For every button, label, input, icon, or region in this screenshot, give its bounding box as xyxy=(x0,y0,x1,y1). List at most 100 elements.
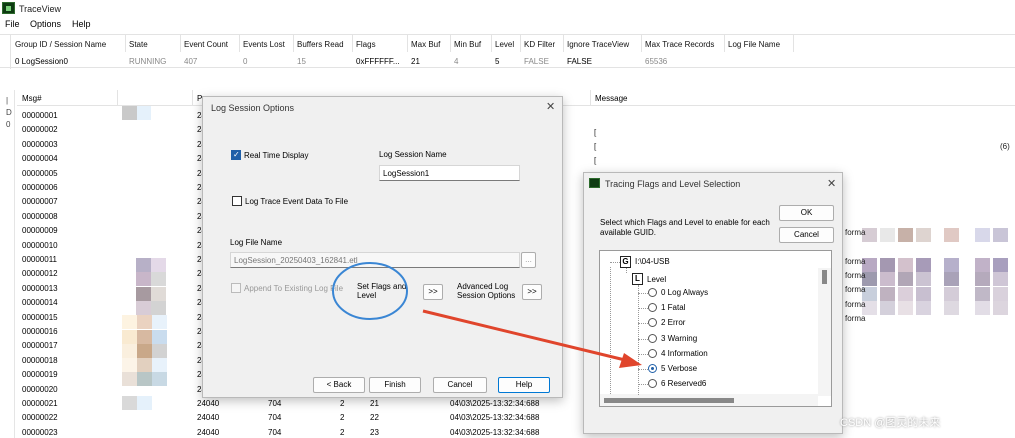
tree-hscrollbar[interactable] xyxy=(600,394,818,406)
level-radio-6[interactable] xyxy=(648,379,657,389)
help-button[interactable]: Help xyxy=(498,377,550,393)
col-header-message[interactable]: Message xyxy=(595,94,627,103)
col-header-ignore-traceview[interactable]: Ignore TraceView xyxy=(567,40,629,49)
col-header-msg[interactable]: Msg# xyxy=(22,94,42,103)
msg-number-14[interactable]: 00000014 xyxy=(22,298,58,307)
level-option-label-0[interactable]: 0 Log Always xyxy=(661,288,708,297)
msg-number-23[interactable]: 00000023 xyxy=(22,428,58,437)
left-strip-mark-1: | xyxy=(6,96,9,105)
level-radio-0[interactable] xyxy=(648,288,657,297)
msg-number-5[interactable]: 00000005 xyxy=(22,169,58,178)
browse-button[interactable]: ... xyxy=(521,252,536,268)
col-header-event-count[interactable]: Event Count xyxy=(184,40,228,49)
session-max-buf: 21 xyxy=(411,57,420,66)
col-header-buffers-read[interactable]: Buffers Read xyxy=(297,40,344,49)
col-header-max-trace-records[interactable]: Max Trace Records xyxy=(645,40,714,49)
col-header-flags[interactable]: Flags xyxy=(356,40,376,49)
tree-scrollbar-thumb[interactable] xyxy=(822,270,827,284)
level-glyph-icon: L xyxy=(632,273,643,285)
close-icon[interactable]: ✕ xyxy=(546,100,555,113)
col-header-level[interactable]: Level xyxy=(495,40,514,49)
col-header-min-buf[interactable]: Min Buf xyxy=(454,40,481,49)
tree-hscrollbar-thumb[interactable] xyxy=(604,398,734,403)
msg-number-16[interactable]: 00000016 xyxy=(22,327,58,336)
back-button[interactable]: < Back xyxy=(313,377,365,393)
redacted-block xyxy=(975,301,990,315)
redacted-block xyxy=(993,228,1008,242)
level-option-label-2[interactable]: 2 Error xyxy=(661,318,685,327)
msg-number-11[interactable]: 00000011 xyxy=(22,255,57,264)
col-header-events-lost[interactable]: Events Lost xyxy=(243,40,285,49)
advanced-options-label: Advanced Log Session Options xyxy=(457,282,516,300)
redacted-block xyxy=(898,258,913,272)
msg-number-12[interactable]: 00000012 xyxy=(22,269,58,278)
append-checkbox[interactable] xyxy=(231,283,241,293)
level-option-label-3[interactable]: 3 Warning xyxy=(661,334,697,343)
menu-options[interactable]: Options xyxy=(30,19,61,29)
msg-number-8[interactable]: 00000008 xyxy=(22,212,58,221)
message-fragment-3: [ xyxy=(594,142,597,151)
guid-glyph-icon: G xyxy=(620,256,631,268)
set-flags-button[interactable]: >> xyxy=(423,284,443,300)
msg-number-19[interactable]: 00000019 xyxy=(22,370,58,379)
msg-number-13[interactable]: 00000013 xyxy=(22,284,58,293)
level-option-label-5[interactable]: 5 Verbose xyxy=(661,364,697,373)
msg-number-10[interactable]: 00000010 xyxy=(22,241,58,250)
msg-number-1[interactable]: 00000001 xyxy=(22,111,58,120)
log-to-file-checkbox[interactable] xyxy=(232,196,242,206)
session-ignore-traceview: FALSE xyxy=(567,57,592,66)
real-time-display-checkbox[interactable] xyxy=(231,150,241,160)
redacted-block xyxy=(898,301,913,315)
session-state: RUNNING xyxy=(129,57,167,66)
level-option-label-1[interactable]: 1 Fatal xyxy=(661,303,685,312)
menu-file[interactable]: File xyxy=(5,19,20,29)
redacted-block xyxy=(880,228,895,242)
msg-number-20[interactable]: 00000020 xyxy=(22,385,58,394)
bottom-row-time: 04\03\2025-13:32:34:688 xyxy=(450,399,540,408)
msg-number-7[interactable]: 00000007 xyxy=(22,197,58,206)
col-header-log-file-name[interactable]: Log File Name xyxy=(728,40,780,49)
flags-close-icon[interactable]: ✕ xyxy=(827,177,836,190)
advanced-options-button[interactable]: >> xyxy=(522,284,542,300)
col-header-max-buf[interactable]: Max Buf xyxy=(411,40,440,49)
session-name-input[interactable]: LogSession1 xyxy=(379,165,520,181)
finish-button[interactable]: Finish xyxy=(369,377,421,393)
redacted-block xyxy=(880,287,895,301)
msg-number-15[interactable]: 00000015 xyxy=(22,313,58,322)
message-fragment-12: forma xyxy=(845,271,866,280)
redacted-block xyxy=(136,272,151,286)
msg-number-9[interactable]: 00000009 xyxy=(22,226,58,235)
msg-number-2[interactable]: 00000002 xyxy=(22,125,58,134)
message-fragment-14: forma xyxy=(845,300,866,309)
flags-cancel-button[interactable]: Cancel xyxy=(779,227,834,243)
bottom-row-tid: 704 xyxy=(268,427,282,437)
msg-number-21[interactable]: 00000021 xyxy=(22,399,58,408)
col-header-group[interactable]: Group ID / Session Name xyxy=(15,40,106,49)
msg-number-17[interactable]: 00000017 xyxy=(22,341,58,350)
msg-number-6[interactable]: 00000006 xyxy=(22,183,58,192)
flags-ok-button[interactable]: OK xyxy=(779,205,834,221)
tree-scrollbar[interactable] xyxy=(818,268,831,396)
redacted-block xyxy=(916,272,931,286)
msg-number-18[interactable]: 00000018 xyxy=(22,356,58,365)
msg-number-4[interactable]: 00000004 xyxy=(22,154,58,163)
col-header-kd-filter[interactable]: KD Filter xyxy=(524,40,555,49)
menu-help[interactable]: Help xyxy=(72,19,91,29)
msg-number-3[interactable]: 00000003 xyxy=(22,140,58,149)
session-kd-filter: FALSE xyxy=(524,57,549,66)
level-option-label-4[interactable]: 4 Information xyxy=(661,349,708,358)
redacted-block xyxy=(944,287,959,301)
session-min-buf: 4 xyxy=(454,57,459,66)
msg-number-22[interactable]: 00000022 xyxy=(22,413,58,422)
redacted-block xyxy=(151,258,166,272)
col-header-state[interactable]: State xyxy=(129,40,148,49)
cancel-button[interactable]: Cancel xyxy=(433,377,487,393)
session-buffers-read: 15 xyxy=(297,57,306,66)
level-option-label-6[interactable]: 6 Reserved6 xyxy=(661,379,706,388)
redacted-block xyxy=(152,330,167,344)
redacted-block xyxy=(152,358,167,372)
level-node-label[interactable]: Level xyxy=(647,275,666,284)
guid-label[interactable]: I:\04-USB xyxy=(635,257,670,266)
dialog-title: Log Session Options xyxy=(211,103,295,113)
session-name[interactable]: 0 LogSession0 xyxy=(15,57,68,66)
